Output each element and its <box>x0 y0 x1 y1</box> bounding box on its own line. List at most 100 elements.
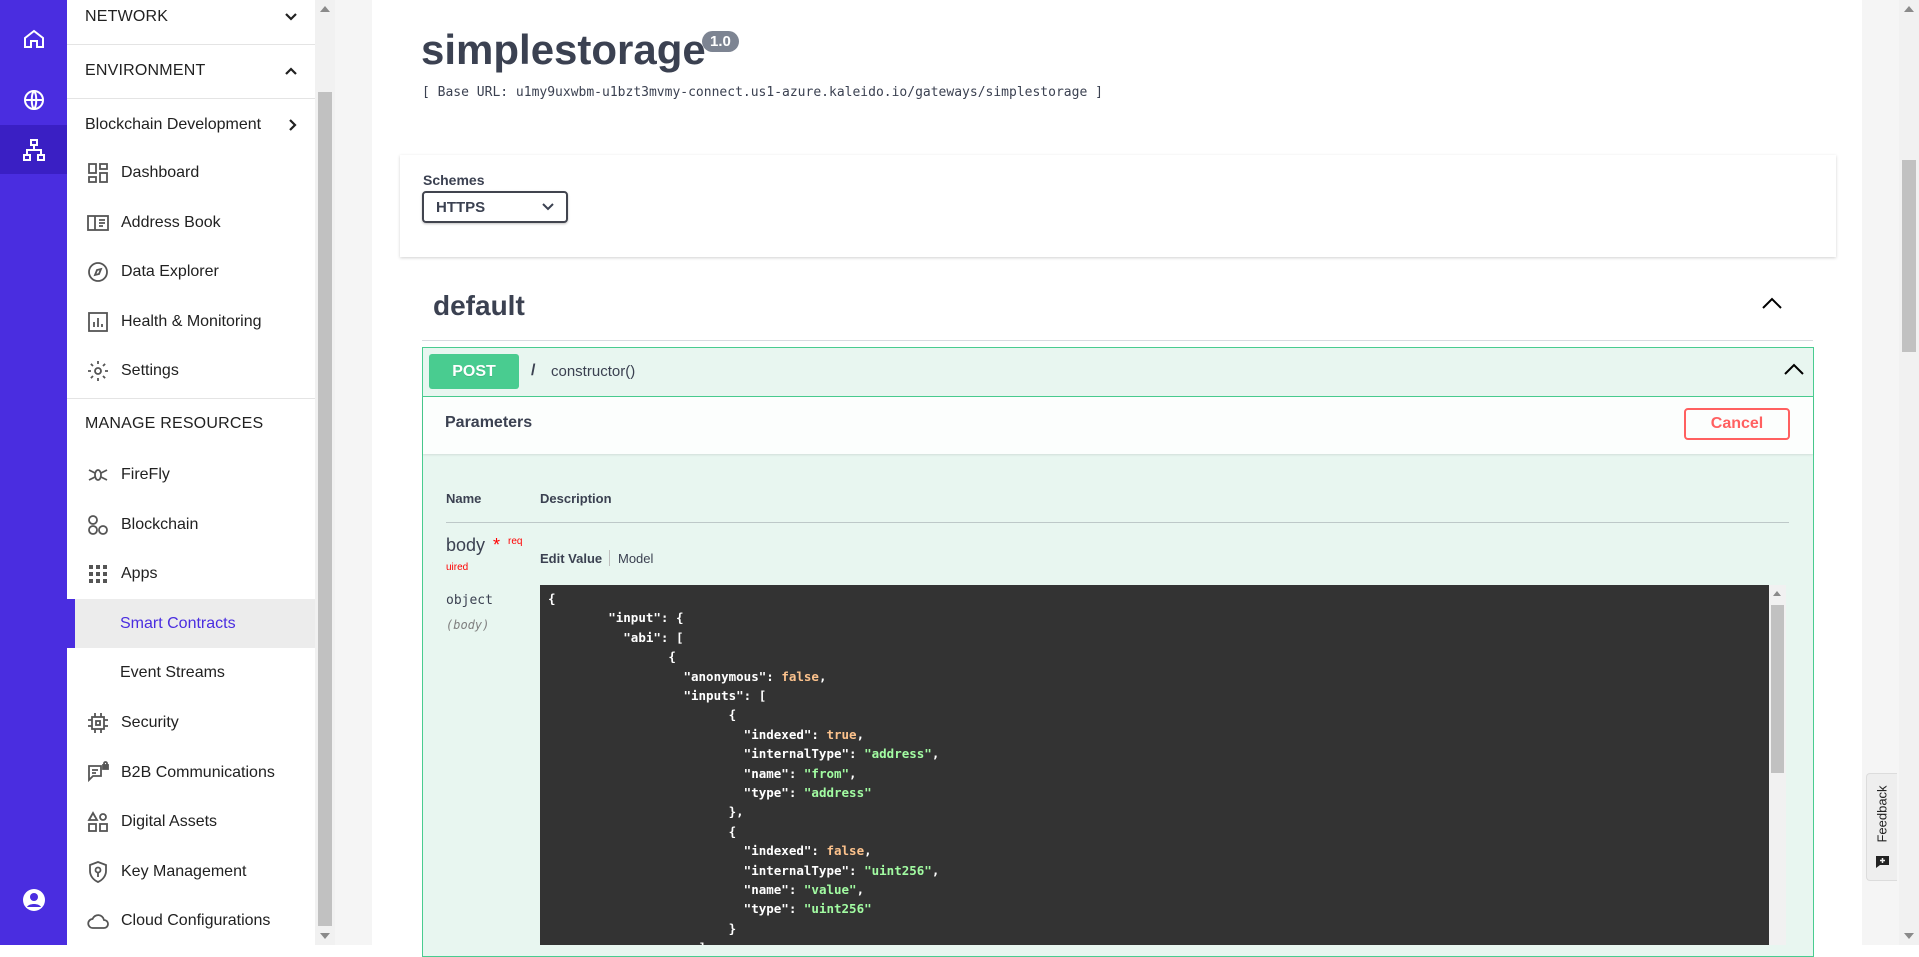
address-book-icon <box>87 214 109 231</box>
sidebar-item-label: Smart Contracts <box>120 614 236 632</box>
network-rail-button[interactable] <box>0 125 67 174</box>
scroll-up-arrow[interactable] <box>320 6 330 12</box>
environment-name: Blockchain Development <box>85 115 262 133</box>
account-icon <box>22 888 45 911</box>
schemes-select[interactable]: HTTPS <box>422 191 568 223</box>
sidebar-item-label: Apps <box>121 564 158 582</box>
editor-scrollbar[interactable] <box>1769 585 1786 945</box>
home-rail-button[interactable] <box>0 14 67 63</box>
sidebar-item-cloud-configurations[interactable]: Cloud Configurations <box>67 896 315 945</box>
scroll-up-arrow[interactable] <box>1773 591 1781 596</box>
code-line: { <box>728 823 737 839</box>
sidebar-item-digital-assets[interactable]: Digital Assets <box>67 797 315 846</box>
code-line: "inputs": [ <box>683 688 767 703</box>
code-line: "input": { <box>608 610 684 626</box>
cancel-button[interactable]: Cancel <box>1684 408 1790 440</box>
sidebar-item-blockchain[interactable]: Blockchain <box>67 500 315 549</box>
param-location: (body) <box>446 618 490 632</box>
compass-icon <box>88 261 108 282</box>
sidebar-item-label: Security <box>121 713 179 731</box>
network-section-header[interactable]: NETWORK <box>67 0 315 42</box>
required-star: * <box>493 535 501 555</box>
sidebar-item-dashboard[interactable]: Dashboard <box>67 148 315 197</box>
operation-path-slash: / <box>531 362 536 379</box>
cloud-icon <box>87 913 109 929</box>
chevron-right-icon <box>289 118 297 131</box>
scrollbar-thumb[interactable] <box>1771 605 1784 773</box>
globe-rail-button[interactable] <box>0 75 67 124</box>
version-badge: 1.0 <box>702 31 739 52</box>
schemes-label: Schemes <box>423 172 485 188</box>
collapse-chevron-icon[interactable] <box>1761 296 1783 310</box>
code-line: } <box>728 920 737 936</box>
sidebar-item-label: Health & Monitoring <box>121 312 262 330</box>
divider <box>67 98 315 99</box>
code-line: }, <box>728 804 744 820</box>
icon-rail <box>0 0 67 945</box>
side-navigation: NETWORK ENVIRONMENT Blockchain Developme… <box>67 0 315 945</box>
chip-icon <box>88 712 108 733</box>
feedback-icon <box>1876 856 1889 868</box>
code-line: "name": "from", <box>743 765 857 781</box>
divider <box>446 522 1789 523</box>
divider <box>67 44 315 45</box>
home-icon <box>23 29 44 48</box>
code-line: "indexed": false, <box>743 843 872 859</box>
apps-grid-icon <box>89 564 107 583</box>
account-rail-button[interactable] <box>0 875 67 924</box>
sidebar-item-label: Digital Assets <box>121 812 218 830</box>
sidebar-item-label: Address Book <box>121 213 221 231</box>
sidebar-item-event-streams[interactable]: Event Streams <box>67 648 315 697</box>
body-json-editor[interactable]: { "input": { "abi": [ { "anonymous": fal… <box>540 585 1769 945</box>
sidebar-item-smart-contracts[interactable]: Smart Contracts <box>67 599 315 648</box>
param-type: object <box>446 593 493 608</box>
scroll-up-arrow[interactable] <box>1904 6 1914 12</box>
sidebar-item-label: Event Streams <box>120 663 225 681</box>
manage-resources-header: MANAGE RESOURCES <box>67 399 315 449</box>
code-line: { <box>548 591 556 606</box>
sidebar-item-label[interactable]: FireFly <box>121 466 170 484</box>
page-scrollbar[interactable] <box>1899 0 1919 945</box>
sidebar-item-b2b-communications[interactable]: B2B Communications <box>67 748 315 797</box>
sidebar-item-label: Blockchain <box>121 515 199 533</box>
tab-model[interactable]: Model <box>618 551 653 566</box>
divider <box>422 340 1813 341</box>
chat-lock-icon <box>88 760 109 782</box>
required-label: uired <box>446 562 469 573</box>
operation-path: constructor() <box>551 363 636 380</box>
schemes-selected-value: HTTPS <box>436 198 486 216</box>
section-title-default[interactable]: default <box>433 290 525 322</box>
dashboard-icon <box>88 162 108 183</box>
required-label: req <box>508 536 523 547</box>
environment-section-header[interactable]: ENVIRONMENT <box>67 46 315 96</box>
feedback-tab[interactable]: Feedback <box>1866 773 1897 881</box>
environment-section-label: ENVIRONMENT <box>85 62 206 79</box>
sidebar-item-address-book[interactable]: Address Book <box>67 198 315 247</box>
scrollbar-thumb[interactable] <box>1902 160 1916 352</box>
scrollbar-thumb[interactable] <box>318 92 332 926</box>
scroll-down-arrow[interactable] <box>320 933 330 939</box>
environment-selector[interactable]: Blockchain Development <box>67 100 315 149</box>
param-name: body <box>446 535 486 555</box>
chevron-up-icon <box>285 67 297 75</box>
code-line: ], <box>548 940 714 945</box>
code-line: "internalType": "uint256", <box>743 862 940 878</box>
sidebar-item-health-monitoring[interactable]: Health & Monitoring <box>67 297 315 346</box>
sidebar-item-label: Data Explorer <box>121 262 219 280</box>
page-title: simplestorage <box>421 26 706 73</box>
scroll-down-arrow[interactable] <box>1904 933 1914 939</box>
collapse-chevron-icon[interactable] <box>1783 362 1805 376</box>
blockchain-icon <box>88 514 108 535</box>
parameters-header <box>423 397 1813 454</box>
sidebar-item-key-management[interactable]: Key Management <box>67 847 315 896</box>
chart-icon <box>88 311 108 332</box>
sidenav-scrollbar[interactable] <box>315 0 335 945</box>
sidebar-item-data-explorer[interactable]: Data Explorer <box>67 247 315 296</box>
sidebar-item-firefly[interactable]: FireFly <box>67 450 315 499</box>
sidebar-item-settings[interactable]: Settings <box>67 346 315 395</box>
sidebar-item-label: Cloud Configurations <box>121 911 271 929</box>
tab-edit-value[interactable]: Edit Value <box>540 551 602 566</box>
sidebar-item-security[interactable]: Security <box>67 698 315 747</box>
code-line: "type": "uint256" <box>743 901 872 917</box>
sidebar-item-apps[interactable]: Apps <box>67 549 315 598</box>
